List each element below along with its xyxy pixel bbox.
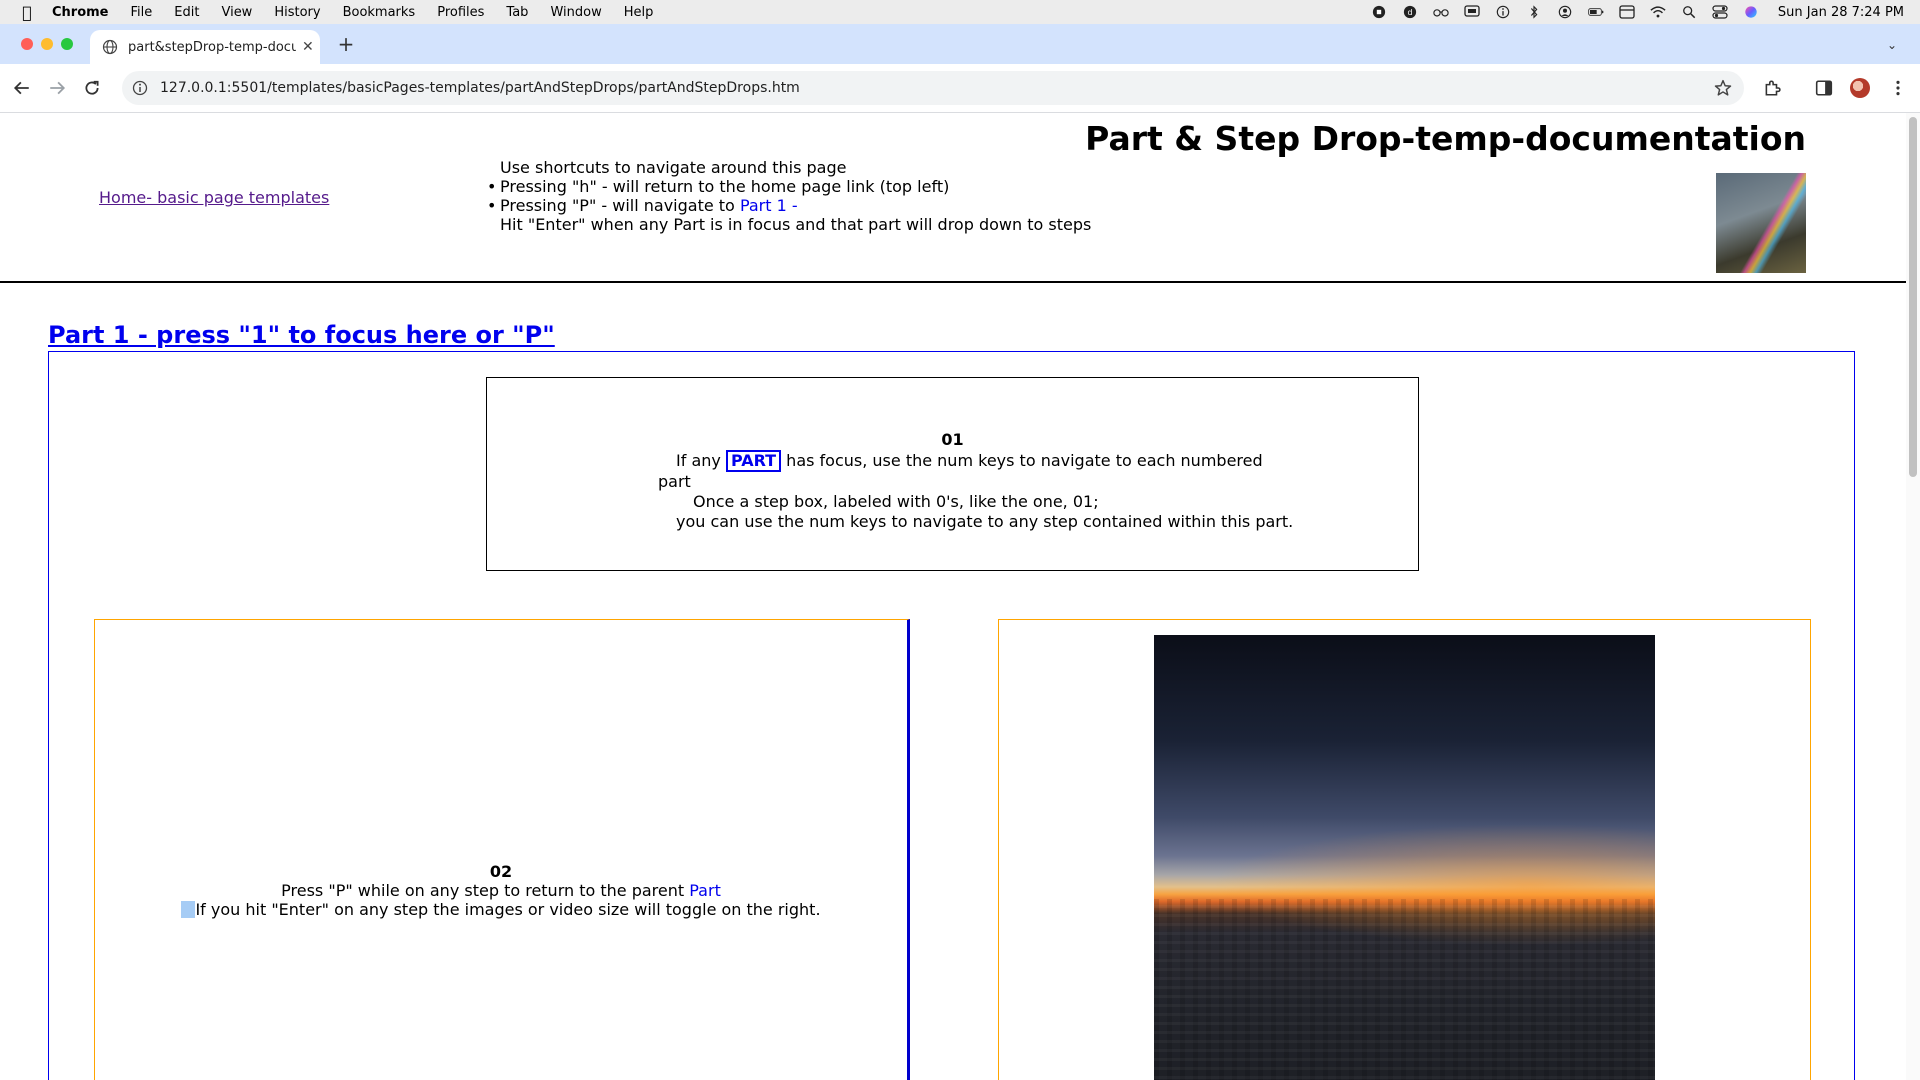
window-maximize-button[interactable] bbox=[61, 38, 73, 50]
page-viewport: Home- basic page templates Use shortcuts… bbox=[0, 113, 1906, 1080]
globe-icon bbox=[102, 39, 118, 55]
new-tab-plus-icon[interactable]: + bbox=[336, 34, 356, 54]
browser-tab-strip: part&stepDrop-temp-docum ✕ + ⌄ bbox=[0, 24, 1920, 64]
address-bar[interactable]: 127.0.0.1:5501/templates/basicPages-temp… bbox=[122, 71, 1744, 105]
page-title: Part & Step Drop-temp-documentation bbox=[1085, 119, 1806, 158]
step-02-line2-row: If you hit "Enter" on any step the image… bbox=[95, 900, 907, 919]
step-01-line4: you can use the num keys to navigate to … bbox=[676, 512, 1294, 531]
wifi-icon[interactable] bbox=[1650, 5, 1667, 19]
profile-avatar[interactable] bbox=[1848, 76, 1872, 100]
sunset-above-clouds-image bbox=[1154, 635, 1655, 1080]
shortcuts-intro: Use shortcuts to navigate around this pa… bbox=[500, 158, 847, 177]
control-center-icon[interactable] bbox=[1712, 5, 1729, 19]
forward-arrow-icon[interactable] bbox=[45, 76, 69, 100]
user-circle-icon[interactable] bbox=[1557, 5, 1574, 19]
apple-menu-icon[interactable]:  bbox=[18, 3, 36, 22]
battery-icon[interactable] bbox=[1588, 5, 1605, 19]
home-link[interactable]: Home- basic page templates bbox=[99, 188, 329, 207]
siri-icon[interactable] bbox=[1743, 5, 1760, 19]
text-selection-highlight bbox=[181, 901, 196, 918]
step-01-line1-suffix: has focus, use the num keys to navigate … bbox=[781, 451, 1263, 470]
step-02-number: 02 bbox=[489, 862, 513, 881]
back-arrow-icon[interactable] bbox=[10, 76, 34, 100]
glasses-icon[interactable] bbox=[1433, 5, 1450, 19]
part-1-heading-link[interactable]: Part 1 - press "1" to focus here or "P" bbox=[48, 321, 555, 349]
browser-toolbar: 127.0.0.1:5501/templates/basicPages-temp… bbox=[0, 64, 1920, 113]
menu-bar-clock[interactable]: Sun Jan 28 7:24 PM bbox=[1778, 5, 1904, 20]
step-01-line1-prefix: If any bbox=[676, 451, 726, 470]
step-02-line2: If you hit "Enter" on any step the image… bbox=[195, 900, 821, 919]
window-minimize-button[interactable] bbox=[41, 38, 53, 50]
header-thumbnail-image bbox=[1716, 173, 1806, 273]
step-01-line3: Once a step box, labeled with 0's, like … bbox=[693, 492, 1099, 511]
menu-edit[interactable]: Edit bbox=[174, 5, 199, 20]
step-01-number: 01 bbox=[941, 430, 964, 449]
svg-text:d: d bbox=[1408, 8, 1413, 17]
step-media-box[interactable] bbox=[998, 619, 1811, 1080]
step-01-box[interactable]: 01 If any PART has focus, use the num ke… bbox=[486, 377, 1419, 571]
spotlight-search-icon[interactable] bbox=[1681, 5, 1698, 19]
window-close-button[interactable] bbox=[21, 38, 33, 50]
app-d-icon[interactable]: d bbox=[1402, 5, 1419, 19]
step-01-line1: If any PART has focus, use the num keys … bbox=[676, 450, 1607, 472]
side-panel-icon[interactable] bbox=[1812, 76, 1836, 100]
close-tab-icon[interactable]: ✕ bbox=[302, 39, 314, 55]
chrome-menu-kebab-icon[interactable] bbox=[1886, 76, 1910, 100]
menu-bookmarks[interactable]: Bookmarks bbox=[343, 5, 416, 20]
part-1-shortcut-link[interactable]: Part 1 - bbox=[740, 196, 798, 215]
info-circle-icon[interactable] bbox=[1495, 5, 1512, 19]
screen-mirroring-icon[interactable] bbox=[1464, 5, 1481, 19]
extensions-puzzle-icon[interactable] bbox=[1760, 76, 1784, 100]
menu-profiles[interactable]: Profiles bbox=[437, 5, 484, 20]
active-tab[interactable]: part&stepDrop-temp-docum ✕ bbox=[90, 30, 320, 64]
shortcuts-list: Pressing "h" - will return to the home p… bbox=[487, 177, 1091, 215]
url-text[interactable]: 127.0.0.1:5501/templates/basicPages-temp… bbox=[160, 80, 1714, 96]
bookmark-star-icon[interactable] bbox=[1714, 79, 1732, 97]
step-02-line1: Press "P" while on any step to return to… bbox=[95, 881, 907, 900]
menu-app-name[interactable]: Chrome bbox=[52, 5, 109, 20]
bluetooth-icon[interactable] bbox=[1526, 5, 1543, 19]
shortcut-item-p-text: Pressing "P" - will navigate to bbox=[500, 196, 740, 215]
header-divider bbox=[0, 281, 1906, 283]
cloud-layer-texture bbox=[1154, 899, 1655, 1080]
part-focus-badge[interactable]: PART bbox=[725, 450, 782, 472]
step-02-box[interactable]: 02 Press "P" while on any step to return… bbox=[94, 619, 910, 1080]
menu-history[interactable]: History bbox=[274, 5, 320, 20]
shortcuts-enter-note: Hit "Enter" when any Part is in focus an… bbox=[500, 215, 1092, 234]
record-icon[interactable] bbox=[1371, 5, 1388, 19]
menu-window[interactable]: Window bbox=[550, 5, 601, 20]
step-01-line2: part bbox=[658, 472, 691, 491]
step-02-line1-prefix: Press "P" while on any step to return to… bbox=[281, 881, 690, 900]
reload-icon[interactable] bbox=[80, 76, 104, 100]
tab-search-chevron-icon[interactable]: ⌄ bbox=[1880, 34, 1904, 56]
calendar-widget-icon[interactable] bbox=[1619, 5, 1636, 19]
menu-help[interactable]: Help bbox=[624, 5, 654, 20]
menu-file[interactable]: File bbox=[131, 5, 153, 20]
menu-view[interactable]: View bbox=[221, 5, 252, 20]
shortcut-item-h: Pressing "h" - will return to the home p… bbox=[487, 177, 1091, 196]
site-info-icon[interactable] bbox=[132, 80, 148, 96]
shortcuts-info: Use shortcuts to navigate around this pa… bbox=[487, 158, 1092, 234]
scrollbar-thumb[interactable] bbox=[1909, 117, 1917, 477]
tab-title: part&stepDrop-temp-docum bbox=[128, 39, 296, 55]
menu-tab[interactable]: Tab bbox=[506, 5, 528, 20]
parent-part-link[interactable]: Part bbox=[689, 881, 721, 900]
page-scrollbar[interactable] bbox=[1906, 113, 1920, 1080]
macos-menu-bar:  Chrome File Edit View History Bookmark… bbox=[0, 0, 1920, 24]
shortcut-item-p: Pressing "P" - will navigate to Part 1 - bbox=[487, 196, 1091, 215]
